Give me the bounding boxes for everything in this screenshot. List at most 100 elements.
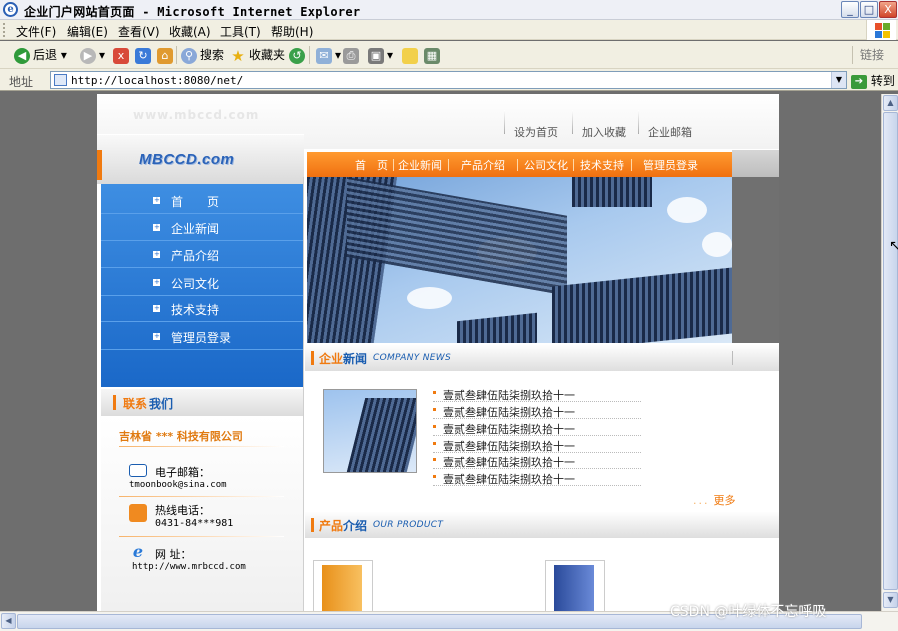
search-icon: ⚲ [181,47,197,64]
news-item[interactable]: 壹贰叁肆伍陆柒捌玖拾十一 [433,453,641,469]
toolbar-separator [309,46,310,64]
email-label: 电子邮箱： [155,466,210,479]
address-input[interactable]: http://localhost:8080/net/ ▼ [50,71,847,89]
contact-panel: 吉林省 *** 科技有限公司 电子邮箱： tmoonbook@sina.com … [101,416,303,611]
nav-culture[interactable]: 公司文化 [524,157,568,173]
csdn-watermark: CSDN @叶绿体不忘呼吸 [670,604,827,620]
discuss-button[interactable] [402,46,421,64]
window-title: 企业门户网站首页面 - Microsoft Internet Explorer [24,5,361,19]
contact-title-a: 联系 [123,397,148,411]
menu-view[interactable]: 查看(V) [118,23,160,40]
side-item-label: 产品介绍 [171,249,220,263]
scroll-up-icon[interactable]: ▲ [883,95,898,111]
web-value[interactable]: http://www.mrbccd.com [132,562,246,572]
forward-button[interactable]: ▶ ▾ [80,46,105,64]
stop-icon: x [113,47,129,64]
news-item[interactable]: 壹贰叁肆伍陆柒捌玖拾十一 [433,420,641,436]
plus-icon: + [153,223,160,231]
side-item-products[interactable]: + 产品介绍 [101,242,303,268]
menu-edit[interactable]: 编辑(E) [67,23,108,40]
nav-news[interactable]: 企业新闻 [398,157,442,173]
title-bar: e 企业门户网站首页面 - Microsoft Internet Explore… [0,0,898,20]
side-item-home[interactable]: + 首 页 [101,188,303,214]
add-favorite-link[interactable]: 加入收藏 [572,110,626,140]
side-item-label: 企业新闻 [171,222,220,236]
toolbar-separator [176,46,177,64]
side-item-news[interactable]: + 企业新闻 [101,215,303,241]
go-button[interactable]: ➔ 转到 [851,72,895,89]
edit-button[interactable]: ▣ ▾ [368,46,393,64]
mail-icon: ✉ [316,47,332,64]
company-mail-link[interactable]: 企业邮箱 [638,110,692,140]
nav-filler [732,150,779,177]
nav-products[interactable]: 产品介绍 [461,157,505,173]
product-thumbnail[interactable] [545,560,605,611]
email-icon [129,464,147,477]
phone-value: 0431-84***981 [155,518,234,529]
product-thumbnail[interactable] [313,560,373,611]
menu-help[interactable]: 帮助(H) [271,23,313,40]
messenger-button[interactable]: ▦ [424,46,443,64]
divider [119,496,284,497]
side-item-culture[interactable]: + 公司文化 [101,270,303,296]
bullet [433,458,436,461]
maximize-button[interactable]: □ [860,1,878,18]
side-item-support[interactable]: + 技术支持 [101,296,303,322]
nav-home[interactable]: 首 页 [355,157,388,173]
close-button[interactable]: X [879,1,897,18]
back-label: 后退 [33,48,58,62]
news-item[interactable]: 壹贰叁肆伍陆柒捌玖拾十一 [433,386,641,402]
set-homepage-link[interactable]: 设为首页 [504,110,558,140]
web-label: 网 址： [155,548,192,561]
scroll-thumb[interactable] [883,112,898,590]
divider [119,536,284,537]
divider [119,446,284,447]
toolbar-separator [852,46,853,64]
news-title-en: COMPANY NEWS [373,353,451,363]
history-button[interactable]: ↺ [289,46,308,64]
address-dropdown-icon[interactable]: ▼ [831,72,846,88]
news-header: 企业 新闻 COMPANY NEWS [305,345,779,371]
hero-image [307,177,732,343]
news-image [323,389,417,473]
news-item[interactable]: 壹贰叁肆伍陆柒捌玖拾十一 [433,403,641,419]
news-item[interactable]: 壹贰叁肆伍陆柒捌玖拾十一 [433,437,641,453]
side-item-admin[interactable]: + 管理员登录 [101,324,303,350]
mail-button[interactable]: ✉ ▾ [316,46,341,64]
links-button[interactable]: 链接 [860,46,884,64]
news-item-text: 壹贰叁肆伍陆柒捌玖拾十一 [443,389,575,402]
news-item-text: 壹贰叁肆伍陆柒捌玖拾十一 [443,406,575,419]
hero-side [732,177,779,343]
product-box [554,565,594,611]
email-value: tmoonbook@sina.com [129,480,227,490]
address-label: 地址 [9,75,34,89]
vertical-scrollbar[interactable]: ▲ ▼ [881,94,898,611]
nav-support[interactable]: 技术支持 [580,157,624,173]
search-button[interactable]: ⚲ 搜索 [181,46,224,64]
plus-icon: + [153,278,160,286]
print-button[interactable]: ⎙ [343,46,362,64]
home-button[interactable]: ⌂ [157,46,176,64]
scroll-left-icon[interactable]: ◀ [1,613,16,629]
cloud [667,197,707,223]
news-item-text: 壹贰叁肆伍陆柒捌玖拾十一 [443,456,575,469]
nav-separator [393,159,394,171]
more-link[interactable]: ... 更多 [693,492,736,508]
news-item[interactable]: 壹贰叁肆伍陆柒捌玖拾十一 [433,470,641,486]
stop-button[interactable]: x [113,46,132,64]
menu-tools[interactable]: 工具(T) [220,23,261,40]
building [457,312,537,343]
nav-admin[interactable]: 管理员登录 [643,157,698,173]
plus-icon: + [153,196,160,204]
address-bar: 地址 http://localhost:8080/net/ ▼ ➔ 转到 [0,69,898,91]
menu-favorites[interactable]: 收藏(A) [169,23,211,40]
site-logo[interactable]: MBCCD.com [139,151,234,168]
refresh-button[interactable]: ↻ [135,46,154,64]
back-button[interactable]: ◀ 后退 ▾ [14,46,67,64]
news-title-a: 企业 [319,352,344,366]
menu-file[interactable]: 文件(F) [16,23,56,40]
news-item-text: 壹贰叁肆伍陆柒捌玖拾十一 [443,473,575,486]
favorites-button[interactable]: ★ 收藏夹 [230,46,285,64]
minimize-button[interactable]: _ [841,1,859,18]
scroll-down-icon[interactable]: ▼ [883,592,898,608]
